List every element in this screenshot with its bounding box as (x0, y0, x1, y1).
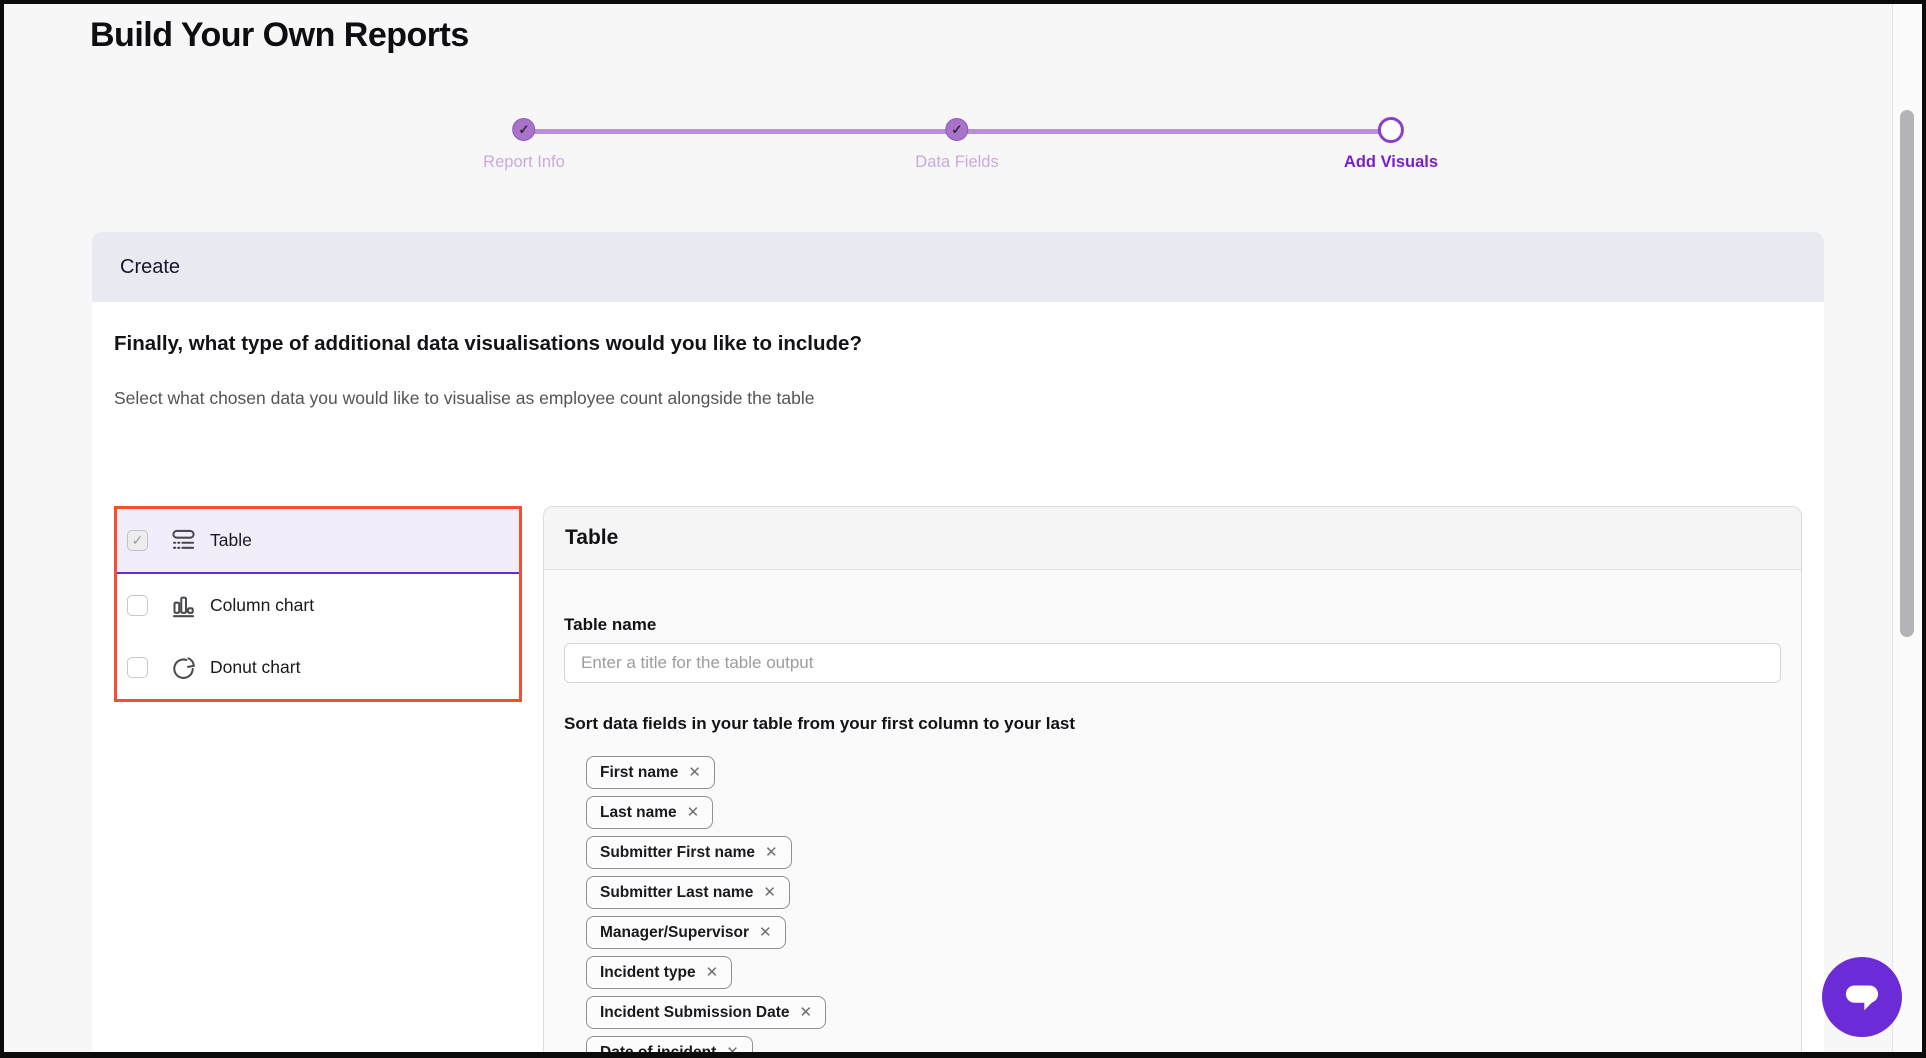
check-icon: ✓ (519, 123, 530, 136)
column-chart-icon (170, 592, 197, 619)
field-chip-label: Date of incident (600, 1044, 716, 1058)
create-body: Finally, what type of additional data vi… (92, 302, 1824, 1056)
table-name-label: Table name (564, 615, 1781, 635)
step-data-fields[interactable]: ✓ Data Fields (915, 118, 998, 172)
field-chip[interactable]: Incident type ✕ (586, 956, 732, 989)
create-card: Create Finally, what type of additional … (92, 232, 1824, 1056)
field-chip[interactable]: Submitter First name ✕ (586, 836, 792, 869)
remove-field-icon[interactable]: ✕ (706, 965, 719, 980)
page: Build Your Own Reports ✓ Report Info ✓ D… (0, 0, 1926, 1058)
field-chip-label: Incident type (600, 964, 696, 982)
column-chart-checkbox[interactable] (127, 595, 148, 616)
step-complete-dot: ✓ (512, 118, 535, 141)
scrollbar-track (1892, 4, 1922, 1052)
check-icon: ✓ (132, 533, 144, 547)
field-chip-label: Manager/Supervisor (600, 924, 749, 942)
step-current-dot (1378, 117, 1404, 143)
table-panel-body: Table name Sort data fields in your tabl… (544, 570, 1801, 1058)
field-chip-label: First name (600, 764, 678, 782)
field-chip[interactable]: Manager/Supervisor ✕ (586, 916, 786, 949)
question-text: Finally, what type of additional data vi… (114, 332, 862, 356)
option-column-chart[interactable]: Column chart (117, 574, 519, 637)
table-checkbox[interactable]: ✓ (127, 530, 148, 551)
create-section-header: Create (92, 232, 1824, 302)
step-add-visuals[interactable]: Add Visuals (1344, 118, 1438, 172)
step-report-info[interactable]: ✓ Report Info (483, 118, 565, 172)
chat-bubble-icon (1839, 974, 1885, 1020)
field-chip-list: First name ✕ Last name ✕ Submitter First… (586, 756, 1781, 1058)
table-name-input[interactable] (564, 643, 1781, 683)
scrollbar-thumb[interactable] (1900, 110, 1914, 637)
remove-field-icon[interactable]: ✕ (726, 1045, 739, 1058)
remove-field-icon[interactable]: ✕ (799, 1005, 812, 1020)
field-chip-label: Incident Submission Date (600, 1004, 789, 1022)
remove-field-icon[interactable]: ✕ (759, 925, 772, 940)
option-label: Column chart (210, 595, 314, 616)
field-chip-label: Last name (600, 804, 677, 822)
page-title: Build Your Own Reports (90, 16, 469, 55)
option-table[interactable]: ✓ Table (117, 509, 519, 574)
sort-fields-label: Sort data fields in your table from your… (564, 714, 1781, 734)
table-panel-title: Table (565, 526, 618, 550)
field-chip[interactable]: Incident Submission Date ✕ (586, 996, 826, 1029)
remove-field-icon[interactable]: ✕ (687, 805, 700, 820)
field-chip-label: Submitter First name (600, 844, 755, 862)
donut-chart-checkbox[interactable] (127, 657, 148, 678)
field-chip[interactable]: Date of incident ✕ (586, 1036, 753, 1058)
step-label: Data Fields (915, 153, 998, 172)
table-panel-header: Table (544, 507, 1801, 570)
table-panel: Table Table name Sort data fields in you… (543, 506, 1802, 1058)
step-complete-dot: ✓ (945, 118, 968, 141)
option-donut-chart[interactable]: Donut chart (117, 636, 519, 699)
step-label: Add Visuals (1344, 153, 1438, 172)
field-chip[interactable]: Last name ✕ (586, 796, 713, 829)
question-subtitle: Select what chosen data you would like t… (114, 388, 814, 409)
field-chip[interactable]: Submitter Last name ✕ (586, 876, 790, 909)
remove-field-icon[interactable]: ✕ (765, 845, 778, 860)
visual-options-panel: ✓ Table (114, 506, 522, 702)
remove-field-icon[interactable]: ✕ (763, 885, 776, 900)
remove-field-icon[interactable]: ✕ (688, 765, 701, 780)
option-label: Donut chart (210, 657, 300, 678)
donut-chart-icon (170, 654, 197, 681)
option-label: Table (210, 530, 252, 551)
create-section-title: Create (120, 256, 180, 279)
field-chip-label: Submitter Last name (600, 884, 753, 902)
check-icon: ✓ (952, 123, 963, 136)
chat-launcher-button[interactable] (1822, 957, 1902, 1037)
field-chip[interactable]: First name ✕ (586, 756, 715, 789)
table-icon (170, 527, 197, 554)
step-label: Report Info (483, 153, 565, 172)
